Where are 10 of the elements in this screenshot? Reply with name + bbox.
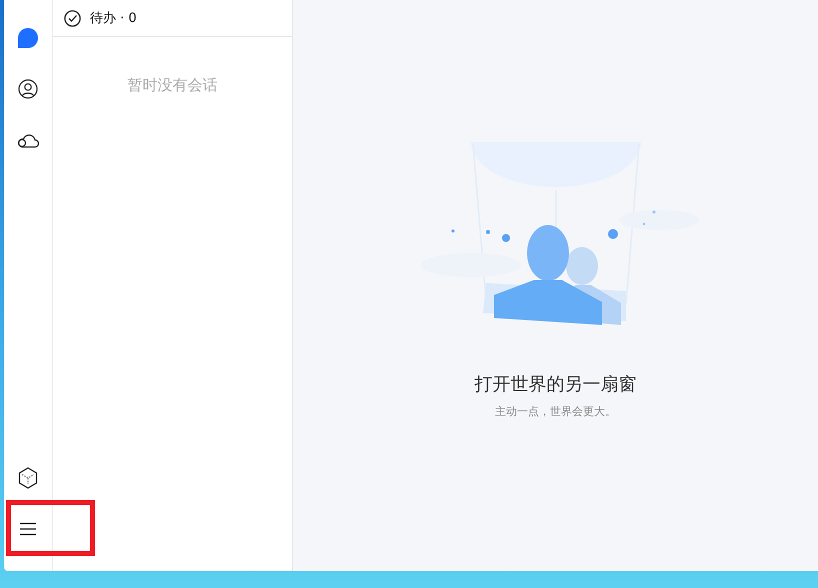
todo-label[interactable]: 待办 · 0 bbox=[90, 9, 137, 27]
empty-text: 暂时没有会话 bbox=[126, 76, 218, 95]
person-icon bbox=[18, 79, 38, 99]
main-title: 打开世界的另一扇窗 bbox=[474, 373, 636, 396]
chat-bubble-icon bbox=[17, 27, 39, 49]
check-circle-icon bbox=[64, 10, 81, 26]
sidebar-item[interactable] bbox=[16, 77, 40, 101]
cloud-icon bbox=[17, 132, 39, 148]
cube-icon[interactable] bbox=[16, 466, 40, 490]
main-subtitle: 主动一点，世界会更大。 bbox=[495, 404, 616, 419]
